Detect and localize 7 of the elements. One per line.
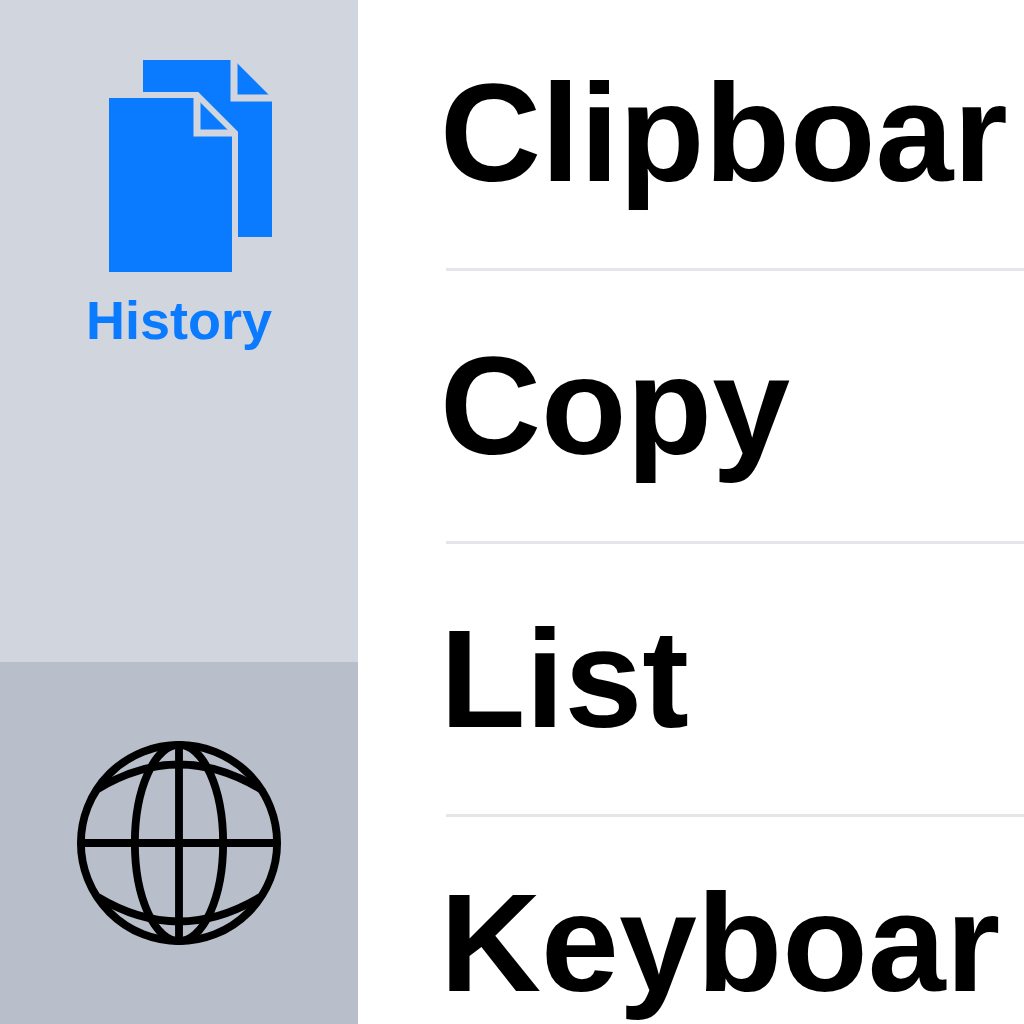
documents-icon bbox=[106, 60, 272, 275]
list-item-title[interactable]: Clipboar bbox=[440, 51, 1008, 215]
list-item-title[interactable]: List bbox=[440, 597, 689, 761]
sidebar-tab[interactable] bbox=[0, 662, 358, 1024]
globe-icon bbox=[76, 740, 282, 946]
list-item-title[interactable]: Copy bbox=[440, 324, 790, 488]
list-item-title[interactable]: Keyboar bbox=[440, 861, 1001, 1024]
